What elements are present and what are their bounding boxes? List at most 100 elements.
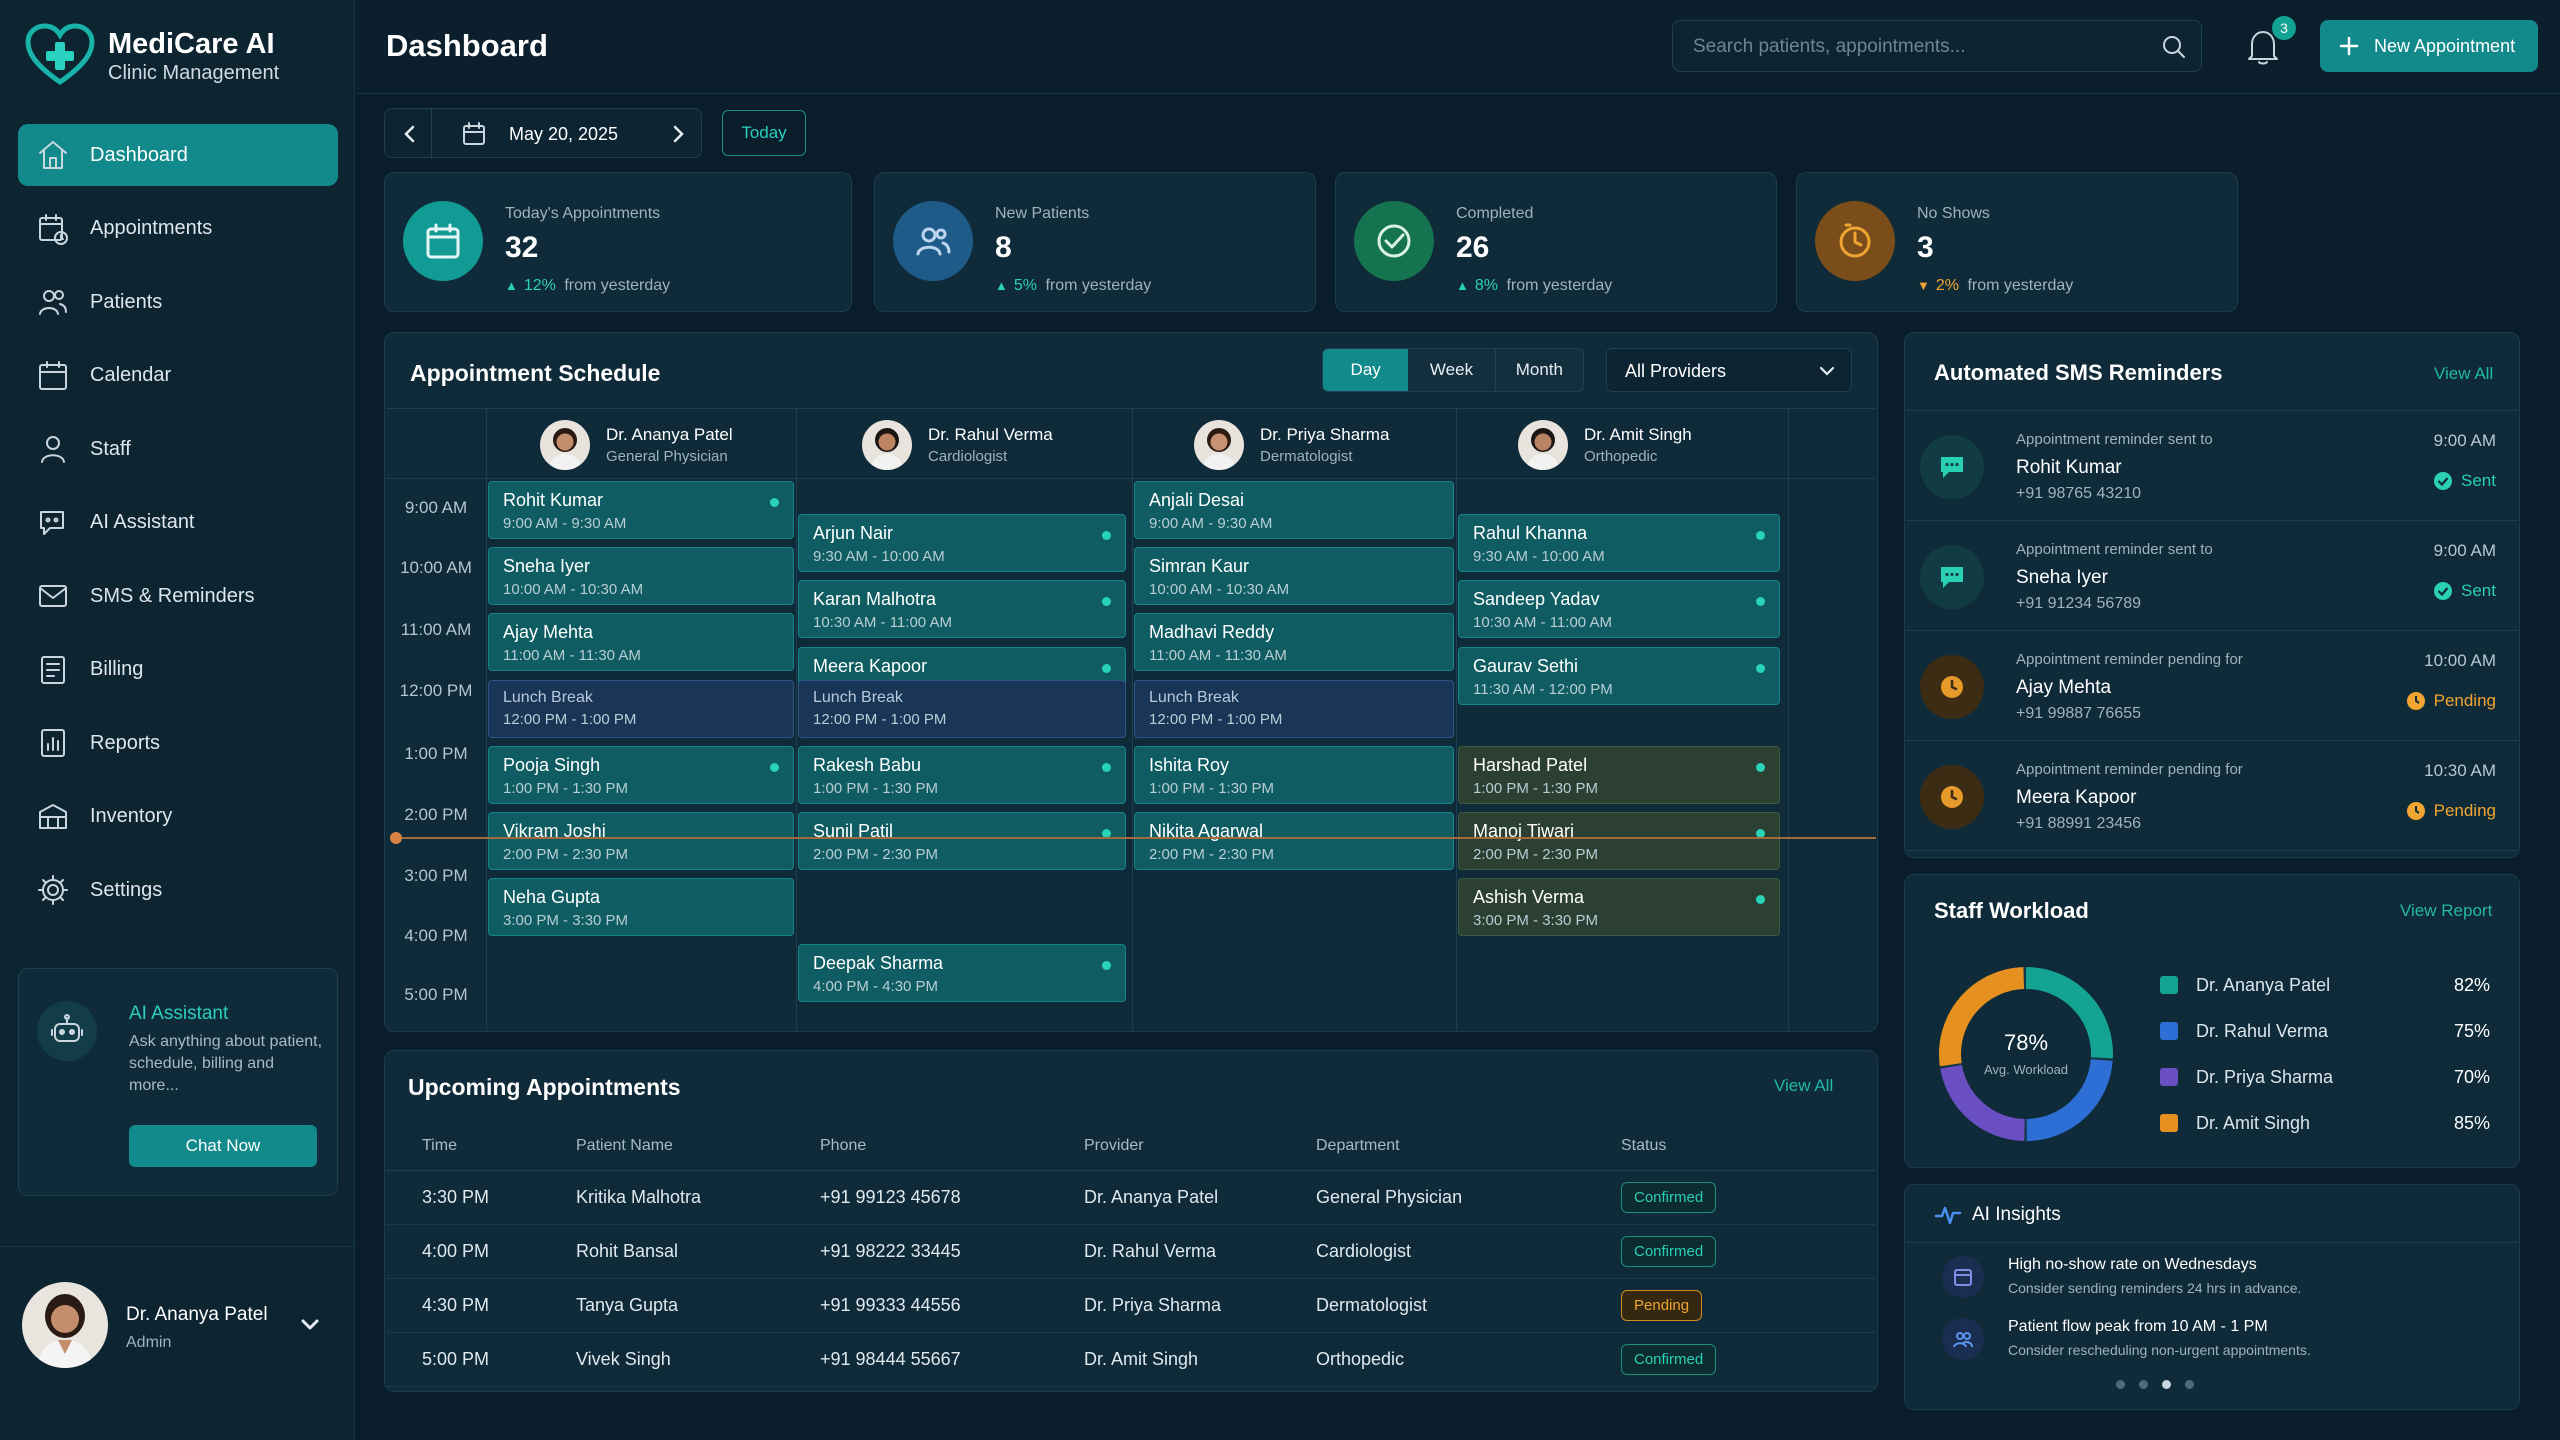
appointment-patient: Ajay Mehta [503,622,594,643]
sidebar-item-dashboard[interactable]: Dashboard [18,124,338,186]
appointment-patient: Rohit Kumar [503,490,604,510]
sms-view-all-link[interactable]: View All [2434,364,2493,384]
provider-select-value: All Providers [1625,361,1727,381]
sidebar-item-label: Patients [90,290,163,313]
sms-reminder-item[interactable]: Appointment reminder pending for Meera Ka… [1906,741,2518,851]
table-cell: +91 98444 55667 [820,1332,1084,1387]
stat-value: 32 [505,231,539,264]
appointment-time: 12:00 PM - 1:00 PM [503,710,637,728]
sidebar-item-patients[interactable]: Patients [18,271,338,333]
appointment-patient: Arjun Nair [813,523,894,544]
table-cell: Dr. Rahul Verma [1084,1224,1316,1279]
table-row[interactable]: 3:30 PM Kritika Malhotra +91 99123 45678 Dr… [386,1170,1876,1225]
table-row[interactable]: 4:30 PM Tanya Gupta +91 99333 44556 Dr. Pri… [386,1278,1876,1333]
stat-change-suffix: from yesterday [564,277,671,294]
table-row[interactable]: 4:00 PM Rohit Bansal +91 98222 33445 Dr. Ra… [386,1224,1876,1279]
appointment-block[interactable]: Rohit Kumar 9:00 AM - 9:30 AM [488,481,794,539]
sms-reminder-item[interactable]: Appointment reminder sent to Rohit Kumar +… [1906,411,2518,521]
appointment-time: 9:30 AM - 10:00 AM [813,548,945,566]
search-input[interactable]: Search patients, appointments... [1672,20,2202,72]
insight-calendar-icon [1942,1256,1984,1298]
today-button[interactable]: Today [722,110,806,156]
tab-week[interactable]: Week [1408,349,1496,391]
sidebar-item-label: Dashboard [90,143,188,166]
sms-phone: +91 91234 56789 [2016,595,2142,612]
appointment-block[interactable]: Karan Malhotra 10:30 AM - 11:00 AM [798,580,1126,639]
appointment-block[interactable]: Pooja Singh 1:00 PM - 1:30 PM [488,745,794,804]
provider-select[interactable]: All Providers [1606,348,1852,392]
upcoming-view-all-link[interactable]: View All [1774,1076,1833,1096]
appointment-patient: Harshad Patel [1473,754,1588,775]
table-cell: Dermatologist [1316,1278,1621,1333]
sms-item-icon-wrap [1920,435,1984,499]
table-cell: 5:00 PM [386,1332,576,1387]
table-cell: Vivek Singh [576,1332,820,1387]
status-badge: Confirmed [1621,1343,1717,1375]
sidebar-item-ai-assistant[interactable]: AI Assistant [18,492,338,554]
appointment-block[interactable]: Ashish Verma 3:00 PM - 3:30 PM [1458,878,1780,937]
sidebar-item-appointments[interactable]: Appointments [18,198,338,260]
appointment-block[interactable]: Ajay Mehta 11:00 AM - 11:30 AM [488,613,794,672]
sms-phone: +91 98765 43210 [2016,485,2142,502]
appointment-block[interactable]: Sunil Patil 2:00 PM - 2:30 PM [798,812,1126,870]
sidebar-item-billing[interactable]: Billing [18,639,338,701]
appointment-time: 11:00 AM - 11:30 AM [1149,647,1287,665]
appointment-block[interactable]: Simran Kaur 10:00 AM - 10:30 AM [1134,547,1454,606]
view-switcher: Day Week Month [1322,348,1584,392]
appointment-block[interactable]: Manoj Tiwari 2:00 PM - 2:30 PM [1458,812,1780,870]
appointment-block[interactable]: Nikita Agarwal 2:00 PM - 2:30 PM [1134,812,1454,870]
appointment-block[interactable]: Rahul Khanna 9:30 AM - 10:00 AM [1458,514,1780,573]
sms-reminder-item[interactable]: Appointment reminder pending for Ajay Meh… [1906,631,2518,741]
ai-chat-icon [40,510,64,535]
appointment-block[interactable]: Vikram Joshi 2:00 PM - 2:30 PM [488,812,794,870]
appointment-block[interactable]: Gaurav Sethi 11:30 AM - 12:00 PM [1458,646,1780,705]
current-date[interactable]: May 20, 2025 [509,124,618,145]
stat-label: Today's Appointments [505,205,661,222]
appointment-block[interactable]: Sneha Iyer 10:00 AM - 10:30 AM [488,547,794,606]
legend-swatch [2160,1022,2178,1040]
table-row[interactable]: 5:00 PM Vivek Singh +91 98444 55667 Dr. Ami… [386,1332,1876,1387]
gear-icon [38,875,68,905]
appointment-patient: Simran Kaur [1149,556,1250,577]
chat-now-button[interactable]: Chat Now [129,1125,317,1167]
table-cell: General Physician [1316,1170,1621,1225]
appointment-block[interactable]: Neha Gupta 3:00 PM - 3:30 PM [488,878,794,937]
sidebar-item-reports[interactable]: Reports [18,712,338,774]
column-header: Time [386,1122,576,1171]
appointment-time: 10:00 AM - 10:30 AM [503,581,644,599]
sms-patient-name: Rohit Kumar [2016,457,2122,478]
sidebar-item-inventory[interactable]: Inventory [18,786,338,848]
sms-phone: +91 88991 23456 [2016,815,2142,832]
appointment-block[interactable]: Ishita Roy 1:00 PM - 1:30 PM [1134,745,1454,804]
tab-day[interactable]: Day [1323,349,1409,391]
next-date-button[interactable] [667,122,689,146]
appointment-block[interactable]: Sandeep Yadav 10:30 AM - 11:00 AM [1458,580,1780,639]
appointment-patient: Rakesh Babu [813,754,922,775]
appointment-block[interactable]: Deepak Sharma 4:00 PM - 4:30 PM [798,944,1126,1003]
appointment-block[interactable]: Harshad Patel 1:00 PM - 1:30 PM [1458,745,1780,804]
insight-carousel-dots[interactable] [2116,1380,2194,1389]
appointment-block[interactable]: Anjali Desai 9:00 AM - 9:30 AM [1134,481,1454,539]
sidebar-item-staff[interactable]: Staff [18,418,338,480]
new-appointment-button[interactable]: New Appointment [2320,20,2538,72]
appointment-patient: Lunch Break [813,688,903,706]
appointment-patient: Meera Kapoor [813,655,928,676]
tab-month[interactable]: Month [1496,349,1583,391]
sidebar-item-calendar[interactable]: Calendar [18,345,338,407]
appointment-block[interactable]: Arjun Nair 9:30 AM - 10:00 AM [798,514,1126,573]
chevron-down-icon[interactable] [298,1312,322,1336]
appointment-time: 1:00 PM - 1:30 PM [1149,779,1275,797]
sidebar-item-sms-reminders[interactable]: SMS & Reminders [18,565,338,627]
stat-label: New Patients [995,205,1090,222]
insights-title: AI Insights [1972,1204,2061,1225]
time-label: 12:00 PM [399,681,473,700]
sidebar-item-settings[interactable]: Settings [18,859,338,921]
appointment-block[interactable]: Madhavi Reddy 11:00 AM - 11:30 AM [1134,613,1454,672]
workload-view-report-link[interactable]: View Report [2400,901,2492,921]
doctor-column-header: Dr. Priya Sharma Dermatologist [1194,414,1389,476]
sms-reminder-item[interactable]: Appointment reminder sent to Sneha Iyer +9… [1906,521,2518,631]
assistant-desc: Ask anything about patient, schedule, bi… [129,1033,323,1094]
appointment-block[interactable]: Rakesh Babu 1:00 PM - 1:30 PM [798,745,1126,804]
trend-up-icon: ▲ [1456,278,1469,293]
sidebar-item-label: Billing [90,658,144,680]
